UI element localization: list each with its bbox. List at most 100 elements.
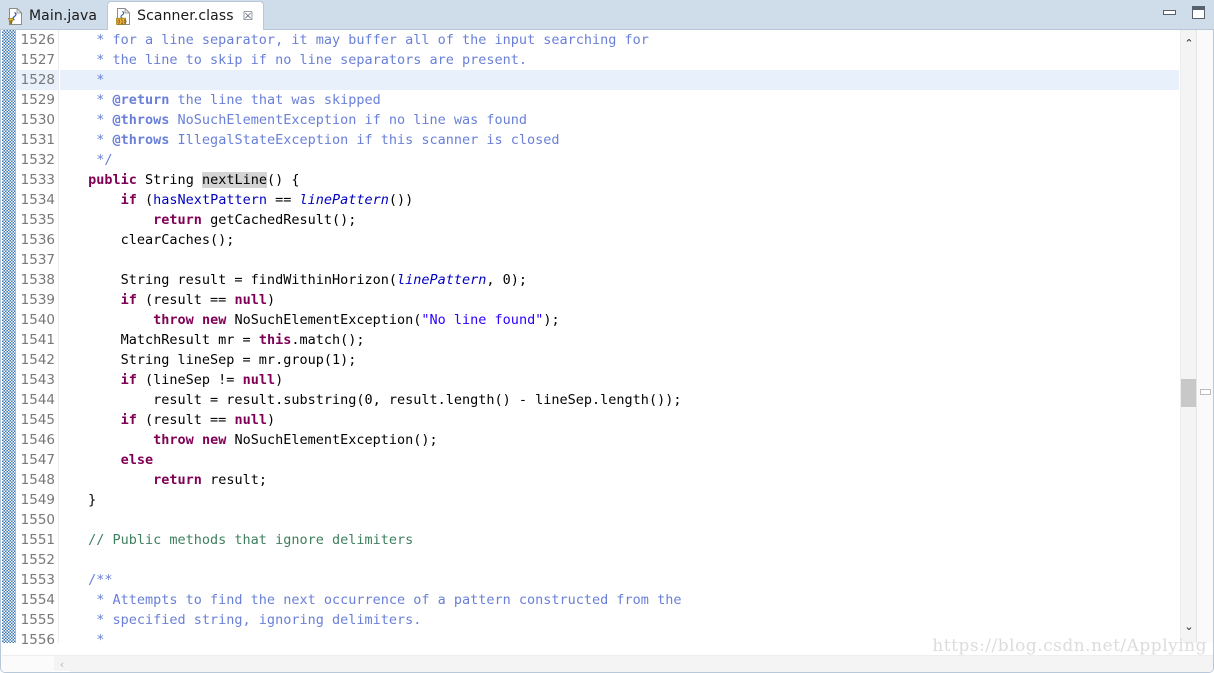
code-token: hasNextPattern [153, 192, 267, 208]
code-line[interactable]: clearCaches(); [60, 230, 1179, 250]
window-controls [1162, 4, 1206, 20]
horizontal-scrollbar[interactable]: ‹ [2, 655, 1213, 672]
line-number: 1537 [20, 252, 55, 268]
code-token: ( [136, 192, 154, 208]
code-token: null [242, 372, 276, 388]
line-number: 1549 [20, 492, 55, 508]
code-line[interactable]: * @return the line that was skipped [60, 90, 1179, 110]
code-line[interactable]: return getCachedResult(); [60, 210, 1179, 230]
code-token: if [120, 292, 137, 308]
code-token: ) [266, 292, 276, 308]
code-token: public [88, 172, 137, 188]
code-line[interactable] [60, 510, 1179, 530]
scroll-up-icon[interactable]: ⌃ [1181, 34, 1197, 52]
line-number: 1551 [20, 532, 55, 548]
code-token: throw [153, 312, 194, 328]
code-token: @throws [112, 132, 170, 148]
code-line[interactable]: } [60, 490, 1179, 510]
horizontal-scrollbar-thumb[interactable] [70, 656, 1213, 672]
overview-ruler-marker[interactable] [1200, 389, 1211, 395]
line-number: 1541 [20, 332, 55, 348]
code-line[interactable]: * [60, 70, 1179, 90]
line-number: 1540 [20, 312, 55, 328]
code-token: ) [266, 412, 276, 428]
code-token: * Attempts to find the next occurrence o… [80, 592, 682, 608]
code-token: () { [266, 172, 300, 188]
code-line[interactable]: if (result == null) [60, 290, 1179, 310]
overview-ruler[interactable] [1196, 30, 1213, 643]
code-text-area[interactable]: * for a line separator, it may buffer al… [60, 30, 1179, 643]
code-token: * [80, 72, 105, 88]
code-line[interactable]: /** [60, 570, 1179, 590]
code-line[interactable]: else [60, 450, 1179, 470]
code-line[interactable] [60, 250, 1179, 270]
tab-main-java[interactable]: Main.java [0, 2, 107, 30]
code-line[interactable]: * specified string, ignoring delimiters. [60, 610, 1179, 630]
code-line[interactable]: * Attempts to find the next occurrence o… [60, 590, 1179, 610]
code-line[interactable]: */ [60, 150, 1179, 170]
line-number: 1528 [16, 70, 58, 90]
code-line[interactable]: MatchResult mr = this.match(); [60, 330, 1179, 350]
vertical-scrollbar[interactable]: ⌃ ⌄ [1180, 30, 1197, 643]
svg-text:010: 010 [117, 19, 127, 25]
code-line[interactable]: // Public methods that ignore delimiters [60, 530, 1179, 550]
scroll-down-icon[interactable]: ⌄ [1181, 617, 1197, 635]
line-number: 1532 [20, 152, 55, 168]
code-token: result = result.substring(0, result.leng… [80, 392, 682, 408]
code-line[interactable]: public String nextLine() { [60, 170, 1179, 190]
code-line[interactable]: * @throws NoSuchElementException if no l… [60, 110, 1179, 130]
code-line[interactable] [60, 550, 1179, 570]
annotation-ruler[interactable] [2, 30, 16, 643]
code-token: ) [275, 372, 284, 388]
code-token: /** [80, 572, 113, 588]
code-token: * [80, 112, 113, 128]
code-line[interactable]: * [60, 630, 1179, 643]
line-number: 1534 [20, 192, 55, 208]
code-line[interactable]: throw new NoSuchElementException(); [60, 430, 1179, 450]
code-line[interactable]: return result; [60, 470, 1179, 490]
line-number: 1548 [20, 472, 55, 488]
code-token: , 0); [486, 272, 528, 288]
code-line[interactable]: throw new NoSuchElementException("No lin… [60, 310, 1179, 330]
eclipse-editor-window: Main.java 010 Scanner.class ☒ 1526 1527 … [0, 0, 1214, 673]
code-line[interactable]: result = result.substring(0, result.leng… [60, 390, 1179, 410]
code-line[interactable]: if (result == null) [60, 410, 1179, 430]
code-token: @throws [112, 112, 170, 128]
code-token: nextLine [201, 172, 267, 188]
code-line[interactable]: if (lineSep != null) [60, 370, 1179, 390]
scroll-left-icon[interactable]: ‹ [54, 656, 70, 672]
code-token: */ [80, 152, 113, 168]
tab-scanner-class[interactable]: 010 Scanner.class ☒ [107, 1, 265, 30]
code-token: the line that was skipped [169, 92, 381, 108]
line-number: 1544 [20, 392, 55, 408]
line-number: 1553 [20, 572, 55, 588]
code-token: clearCaches(); [80, 232, 235, 248]
line-number: 1529 [20, 92, 55, 108]
code-token: IllegalStateException if this scanner is… [169, 132, 560, 148]
code-token: getCachedResult(); [201, 212, 357, 228]
line-number: 1538 [20, 272, 55, 288]
line-number: 1552 [20, 552, 55, 568]
java-file-icon [8, 7, 23, 25]
code-line[interactable]: * the line to skip if no line separators… [60, 50, 1179, 70]
line-number: 1543 [20, 372, 55, 388]
code-token: (result == [136, 292, 235, 308]
line-number: 1542 [20, 352, 55, 368]
code-token: else [120, 452, 154, 468]
code-token: String lineSep = mr.group(1); [80, 352, 357, 368]
code-line[interactable]: * @throws IllegalStateException if this … [60, 130, 1179, 150]
code-line[interactable]: * for a line separator, it may buffer al… [60, 30, 1179, 50]
line-number: 1533 [20, 172, 55, 188]
line-number: 1547 [20, 452, 55, 468]
code-token: "No line found" [421, 312, 544, 328]
code-line[interactable]: if (hasNextPattern == linePattern()) [60, 190, 1179, 210]
code-line[interactable]: String lineSep = mr.group(1); [60, 350, 1179, 370]
vertical-scrollbar-thumb[interactable] [1181, 379, 1197, 407]
close-icon[interactable]: ☒ [243, 10, 254, 22]
maximize-icon[interactable] [1190, 4, 1206, 20]
code-line[interactable]: String result = findWithinHorizon(linePa… [60, 270, 1179, 290]
minimize-icon[interactable] [1162, 4, 1178, 20]
